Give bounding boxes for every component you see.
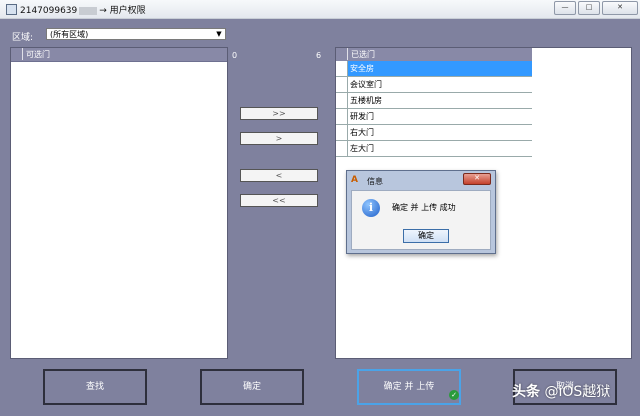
- row-header-cell: [336, 61, 348, 76]
- row-header-cell: [336, 109, 348, 124]
- chevron-down-icon[interactable]: ▼: [214, 29, 224, 39]
- list-item[interactable]: 左大门: [336, 141, 532, 157]
- list-item[interactable]: 会议室门: [336, 77, 532, 93]
- available-list[interactable]: 可选门: [10, 47, 228, 359]
- confirm-upload-button[interactable]: 确定 并 上传: [357, 369, 461, 405]
- list-item-label: 五楼机房: [350, 96, 382, 105]
- window-title: 2147099639 → 用户权限: [20, 3, 146, 16]
- add-button[interactable]: >: [240, 132, 318, 145]
- redacted-blur: [79, 6, 98, 15]
- check-icon: ✓: [449, 390, 459, 400]
- row-header-cell: [336, 48, 348, 60]
- list-item-label: 左大门: [350, 144, 374, 153]
- available-count: 0: [232, 51, 238, 60]
- list-item-label: 安全房: [350, 64, 374, 73]
- watermark-handle: @iOS越狱: [544, 384, 611, 400]
- query-button[interactable]: 查找: [43, 369, 147, 405]
- list-item[interactable]: 安全房: [336, 61, 532, 77]
- dialog-ok-button[interactable]: 确定: [403, 229, 449, 243]
- watermark-logo: 头条: [512, 384, 540, 400]
- remove-all-button[interactable]: <<: [240, 194, 318, 207]
- info-icon: i: [362, 199, 380, 217]
- available-list-header: 可选门: [11, 48, 227, 62]
- confirm-button[interactable]: 确定: [200, 369, 304, 405]
- minimize-button[interactable]: —: [554, 1, 576, 15]
- window-title-id: 2147099639: [20, 6, 78, 16]
- close-button[interactable]: ✕: [602, 1, 638, 15]
- remove-button[interactable]: <: [240, 169, 318, 182]
- list-item-label: 右大门: [350, 128, 374, 137]
- app-icon: [6, 4, 17, 15]
- row-header-cell: [336, 93, 348, 108]
- row-header-cell: [336, 77, 348, 92]
- row-header-cell: [11, 48, 23, 60]
- window-title-suffix: → 用户权限: [99, 6, 146, 16]
- list-item[interactable]: 五楼机房: [336, 93, 532, 109]
- list-item-label: 会议室门: [350, 80, 382, 89]
- dialog-close-button[interactable]: ✕: [463, 173, 491, 185]
- region-select[interactable]: (所有区域) ▼: [46, 28, 226, 40]
- list-item-label: 研发门: [350, 112, 374, 121]
- maximize-button[interactable]: □: [578, 1, 600, 15]
- row-header-cell: [336, 125, 348, 140]
- region-select-value: (所有区域): [50, 30, 89, 39]
- dialog-message: 确定 并 上传 成功: [392, 203, 456, 212]
- app-icon: A: [351, 175, 358, 185]
- add-all-button[interactable]: >>: [240, 107, 318, 120]
- selected-grid: 安全房 会议室门 五楼机房 研发门 右大门 左大门: [336, 61, 532, 157]
- region-label: 区域:: [12, 33, 34, 43]
- selected-header-label: 已选门: [351, 50, 375, 59]
- list-item[interactable]: 右大门: [336, 125, 532, 141]
- dialog-body: i 确定 并 上传 成功 确定: [351, 190, 491, 250]
- available-header-label: 可选门: [26, 50, 50, 59]
- dialog-title: 信息: [367, 177, 383, 186]
- watermark: 头条 @iOS越狱: [512, 381, 610, 401]
- selected-count: 6: [316, 51, 322, 60]
- row-header-cell: [336, 141, 348, 156]
- title-bar: 2147099639 → 用户权限 — □ ✕: [0, 0, 640, 19]
- main-panel: 区域: (所有区域) ▼ 0 6 可选门 已选门 安全房 会议室门 五楼机房 研…: [0, 19, 640, 416]
- list-item[interactable]: 研发门: [336, 109, 532, 125]
- selected-list-header: 已选门: [336, 48, 532, 62]
- dialog-title-bar: A 信息 ✕: [347, 171, 495, 189]
- info-dialog: A 信息 ✕ i 确定 并 上传 成功 确定: [346, 170, 496, 254]
